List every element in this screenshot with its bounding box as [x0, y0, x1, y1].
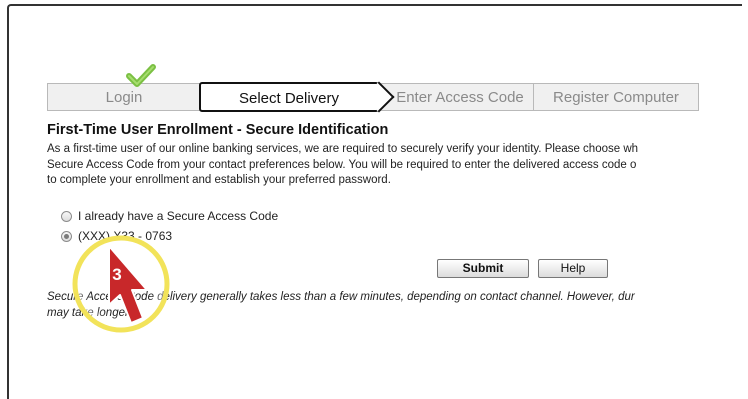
intro-line: As a first-time user of our online banki… [47, 143, 639, 155]
step-select-delivery-label: Select Delivery [238, 90, 340, 107]
step-enter-access-code-label: Enter Access Code [396, 89, 524, 106]
intro-line: to complete your enrollment and establis… [47, 174, 391, 186]
intro-text: As a first-time user of our online banki… [47, 142, 742, 189]
step-callout: 3 [72, 235, 170, 333]
have-code-radio[interactable] [61, 210, 72, 222]
submit-button[interactable]: Submit [437, 259, 529, 278]
step-enter-access-code: Enter Access Code [377, 83, 535, 111]
callout-number: 3 [112, 265, 121, 284]
step-login-label: Login [105, 89, 143, 106]
step-register-computer: Register Computer [533, 83, 699, 111]
option-have-code[interactable]: I already have a Secure Access Code [61, 209, 278, 223]
step-select-delivery: Select Delivery [199, 81, 395, 113]
page-title: First-Time User Enrollment - Secure Iden… [47, 122, 389, 138]
help-button[interactable]: Help [538, 259, 608, 278]
enrollment-steps: Login Select Delivery Enter Access Code … [47, 64, 699, 113]
checkmark-icon [126, 64, 156, 87]
have-code-label: I already have a Secure Access Code [78, 209, 279, 223]
step-login: Login [47, 83, 201, 111]
browser-frame: Login Select Delivery Enter Access Code … [7, 4, 742, 399]
step-register-computer-label: Register Computer [553, 89, 679, 106]
intro-line: Secure Access Code from your contact pre… [47, 158, 637, 171]
